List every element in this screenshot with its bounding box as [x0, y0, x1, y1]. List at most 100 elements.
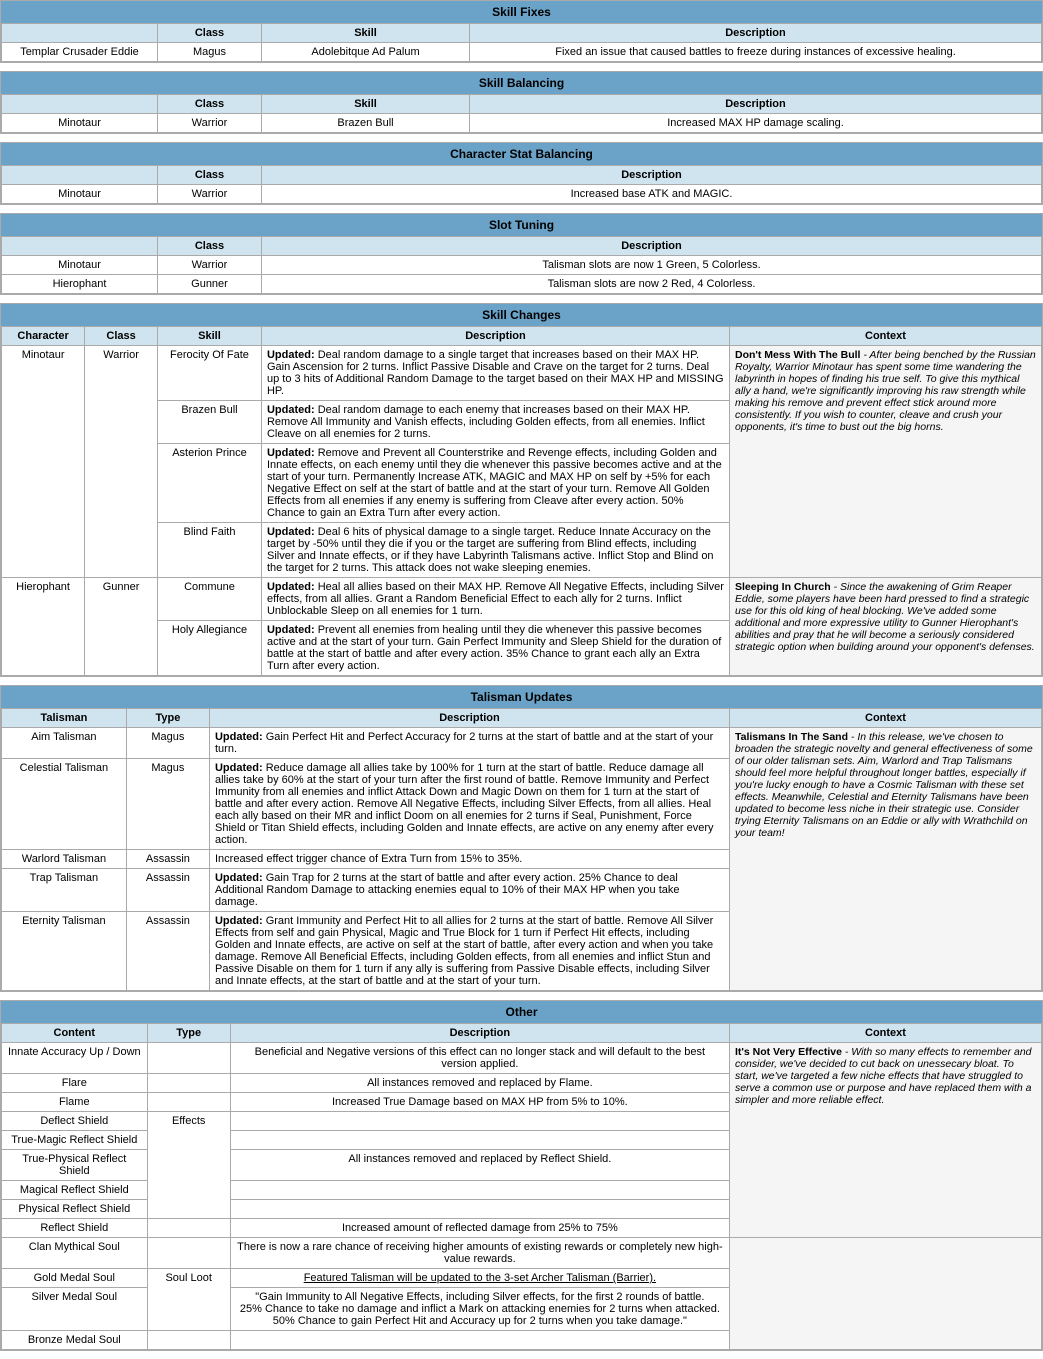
content-cell: True-Physical Reflect Shield [2, 1150, 148, 1181]
table-row: Minotaur Warrior Brazen Bull Increased M… [2, 114, 1042, 133]
desc-cell: "Gain Immunity to All Negative Effects, … [230, 1288, 729, 1331]
table-row: Hierophant Gunner Talisman slots are now… [2, 275, 1042, 294]
other-table: Content Type Description Context Innate … [1, 1023, 1042, 1350]
skill-cell: Brazen Bull [157, 401, 261, 444]
class-cell: Gunner [158, 275, 262, 294]
skill-cell: Commune [157, 578, 261, 621]
th-class: Class [158, 237, 262, 256]
context-cell: Don't Mess With The Bull - After being b… [729, 346, 1041, 578]
type-cell [147, 1331, 230, 1350]
talisman-cell: Aim Talisman [2, 728, 127, 759]
table-row: Templar Crusader Eddie Magus Adolebitque… [2, 43, 1042, 62]
type-cell: Magus [126, 728, 209, 759]
slot-tuning-table: Class Description Minotaur Warrior Talis… [1, 236, 1042, 294]
type-cell: Assassin [126, 912, 209, 991]
skill-cell: Adolebitque Ad Palum [262, 43, 470, 62]
char-stat-header: Character Stat Balancing [1, 143, 1042, 165]
th-description: Description [470, 24, 1042, 43]
th-class: Class [158, 95, 262, 114]
th-class: Class [158, 166, 262, 185]
content-cell: Deflect Shield [2, 1112, 148, 1131]
context-cell: Sleeping In Church - Since the awakening… [729, 578, 1041, 676]
type-cell: Effects [147, 1112, 230, 1219]
desc-cell: Updated: Deal random damage to each enem… [261, 401, 729, 444]
skill-balancing-header: Skill Balancing [1, 72, 1042, 94]
talisman-updates-header: Talisman Updates [1, 686, 1042, 708]
content-cell: Silver Medal Soul [2, 1288, 148, 1331]
content-cell: Physical Reflect Shield [2, 1200, 148, 1219]
desc-cell: All instances removed and replaced by Fl… [230, 1074, 729, 1093]
desc-cell: All instances removed and replaced by Re… [230, 1150, 729, 1181]
slot-tuning-section: Slot Tuning Class Description Minotaur W… [0, 213, 1043, 295]
character-cell: Minotaur [2, 114, 158, 133]
char-stat-table: Class Description Minotaur Warrior Incre… [1, 165, 1042, 204]
th-character [2, 166, 158, 185]
other-section: Other Content Type Description Context I… [0, 1000, 1043, 1351]
th-character [2, 24, 158, 43]
th-skill: Skill [262, 95, 470, 114]
type-cell [147, 1074, 230, 1093]
content-cell: Flare [2, 1074, 148, 1093]
th-context: Context [729, 327, 1041, 346]
desc-cell: Talisman slots are now 1 Green, 5 Colorl… [262, 256, 1042, 275]
desc-cell [230, 1112, 729, 1131]
th-character: Character [2, 327, 85, 346]
type-cell [147, 1093, 230, 1112]
talisman-cell: Trap Talisman [2, 869, 127, 912]
context-cell: It's Not Very Effective - With so many e… [729, 1043, 1041, 1238]
desc-cell: Updated: Reduce damage all allies take b… [209, 759, 729, 850]
skill-balancing-table: Class Skill Description Minotaur Warrior… [1, 94, 1042, 133]
talisman-cell: Warlord Talisman [2, 850, 127, 869]
desc-cell: Updated: Gain Perfect Hit and Perfect Ac… [209, 728, 729, 759]
content-cell: Gold Medal Soul [2, 1269, 148, 1288]
type-cell: Assassin [126, 869, 209, 912]
th-type: Type [147, 1024, 230, 1043]
character-cell: Hierophant [2, 578, 85, 676]
type-cell: Assassin [126, 850, 209, 869]
desc-cell [230, 1200, 729, 1219]
th-description: Description [262, 166, 1042, 185]
th-type: Type [126, 709, 209, 728]
skill-cell: Blind Faith [157, 523, 261, 578]
class-cell: Warrior [158, 185, 262, 204]
desc-cell: There is now a rare chance of receiving … [230, 1238, 729, 1269]
content-cell: Innate Accuracy Up / Down [2, 1043, 148, 1074]
desc-cell: Increased amount of reflected damage fro… [230, 1219, 729, 1238]
skill-fixes-table: Class Skill Description Templar Crusader… [1, 23, 1042, 62]
type-cell: Soul Loot [147, 1269, 230, 1331]
table-row: Minotaur Warrior Increased base ATK and … [2, 185, 1042, 204]
content-cell: Bronze Medal Soul [2, 1331, 148, 1350]
table-row: Minotaur Warrior Talisman slots are now … [2, 256, 1042, 275]
skill-cell: Brazen Bull [262, 114, 470, 133]
th-character [2, 95, 158, 114]
th-description: Description [209, 709, 729, 728]
class-cell: Warrior [85, 346, 158, 578]
talisman-cell: Celestial Talisman [2, 759, 127, 850]
type-cell: Magus [126, 759, 209, 850]
th-class: Class [158, 24, 262, 43]
table-row: Minotaur Warrior Ferocity Of Fate Update… [2, 346, 1042, 401]
skill-cell: Asterion Prince [157, 444, 261, 523]
table-row: Aim Talisman Magus Updated: Gain Perfect… [2, 728, 1042, 759]
skill-cell: Holy Allegiance [157, 621, 261, 676]
desc-cell: Increased MAX HP damage scaling. [470, 114, 1042, 133]
desc-cell: Updated: Gain Trap for 2 turns at the st… [209, 869, 729, 912]
desc-cell: Updated: Deal random damage to a single … [261, 346, 729, 401]
talisman-updates-table: Talisman Type Description Context Aim Ta… [1, 708, 1042, 991]
content-cell: Flame [2, 1093, 148, 1112]
th-skill: Skill [157, 327, 261, 346]
th-description: Description [230, 1024, 729, 1043]
context-cell: Talismans In The Sand - In this release,… [729, 728, 1041, 991]
desc-cell: Fixed an issue that caused battles to fr… [470, 43, 1042, 62]
character-cell: Minotaur [2, 185, 158, 204]
character-cell: Minotaur [2, 256, 158, 275]
th-description: Description [262, 237, 1042, 256]
skill-changes-table: Character Class Skill Description Contex… [1, 326, 1042, 676]
table-row: Hierophant Gunner Commune Updated: Heal … [2, 578, 1042, 621]
th-content: Content [2, 1024, 148, 1043]
character-cell: Minotaur [2, 346, 85, 578]
talisman-cell: Eternity Talisman [2, 912, 127, 991]
desc-cell: Beneficial and Negative versions of this… [230, 1043, 729, 1074]
skill-cell: Ferocity Of Fate [157, 346, 261, 401]
content-cell: Magical Reflect Shield [2, 1181, 148, 1200]
